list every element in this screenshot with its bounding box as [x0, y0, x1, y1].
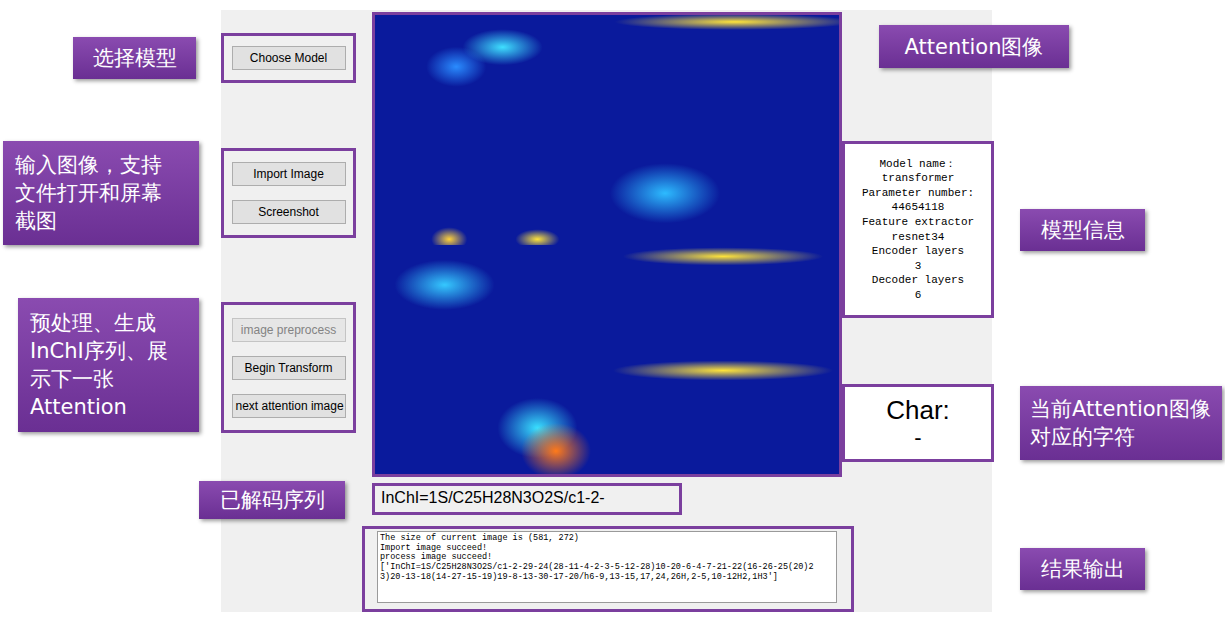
choose-model-button[interactable]: Choose Model — [232, 46, 346, 70]
model-info-line: Feature extractor — [862, 215, 974, 230]
model-info-line: resnet34 — [892, 230, 945, 245]
page: Choose Model Import Image Screenshot image … — [0, 0, 1225, 629]
output-line: 3)20-13-18(14-27-15-19)19-8-13-30-17-20/… — [380, 573, 834, 583]
center-column: InChI=1S/C25H28N3O2S/c1-2- The size of cu… — [372, 10, 842, 612]
app-window: Choose Model Import Image Screenshot image … — [221, 10, 992, 612]
info-column: Model name：transformerParameter number:4… — [842, 10, 994, 612]
output-textbox[interactable]: The size of current image is (581, 272)I… — [377, 531, 837, 603]
model-info: Model name：transformerParameter number:4… — [842, 141, 994, 318]
output-line: ['InChI=1S/C25H28N3O2S/c1-2-29-24(28-11-… — [380, 563, 834, 573]
output-line: The size of current image is (581, 272) — [380, 534, 834, 544]
callout-label: 当前Attention图像对应的字符 — [1020, 386, 1222, 460]
attention-cell — [607, 15, 839, 130]
input-group: Import Image Screenshot — [221, 148, 356, 238]
model-group: Choose Model — [221, 33, 356, 83]
char-value: - — [914, 425, 921, 451]
input-button[interactable]: Import Image — [232, 162, 346, 186]
input-button[interactable]: Screenshot — [232, 200, 346, 224]
callout-label: 结果输出 — [1020, 548, 1145, 590]
char-label: Char: — [886, 395, 950, 425]
attention-cell — [375, 130, 607, 245]
model-info-line: 44654118 — [892, 200, 945, 215]
attention-cell — [375, 245, 607, 360]
callout-label: Attention图像 — [879, 25, 1069, 68]
callout-label: 已解码序列 — [199, 481, 345, 519]
action-button[interactable]: Begin Transform — [232, 356, 346, 380]
model-info-line: 3 — [915, 259, 922, 274]
output-line: process image succeed! — [380, 553, 834, 563]
model-info-line: 6 — [915, 288, 922, 303]
attention-cell — [607, 359, 839, 474]
result-output: The size of current image is (581, 272)I… — [362, 526, 854, 612]
action-button[interactable]: image preprocess — [232, 318, 346, 342]
model-info-line: Model name： — [879, 157, 956, 172]
attention-cell — [607, 130, 839, 245]
attention-cell — [375, 359, 607, 474]
output-line: Import image succeed! — [380, 544, 834, 554]
model-info-line: transformer — [882, 171, 955, 186]
attention-cell — [375, 15, 607, 130]
attention-image — [372, 12, 842, 477]
attention-cell — [607, 245, 839, 360]
callout-label: 模型信息 — [1020, 209, 1145, 251]
char-box: Char:- — [842, 384, 994, 462]
callout-label: 输入图像，支持文件打开和屏幕截图 — [3, 141, 199, 245]
callout-label: 预处理、生成InChI序列、展示下一张Attention — [18, 298, 199, 432]
decoded-sequence: InChI=1S/C25H28N3O2S/c1-2- — [372, 483, 682, 515]
action-group: image preprocess Begin Transform next atte… — [221, 302, 356, 433]
control-column: Choose Model Import Image Screenshot image … — [221, 10, 356, 612]
model-info-line: Encoder layers — [872, 244, 964, 259]
callout-label: 选择模型 — [73, 37, 196, 79]
model-info-line: Parameter number: — [862, 186, 974, 201]
action-button[interactable]: next attention image — [232, 394, 346, 418]
model-info-line: Decoder layers — [872, 273, 964, 288]
